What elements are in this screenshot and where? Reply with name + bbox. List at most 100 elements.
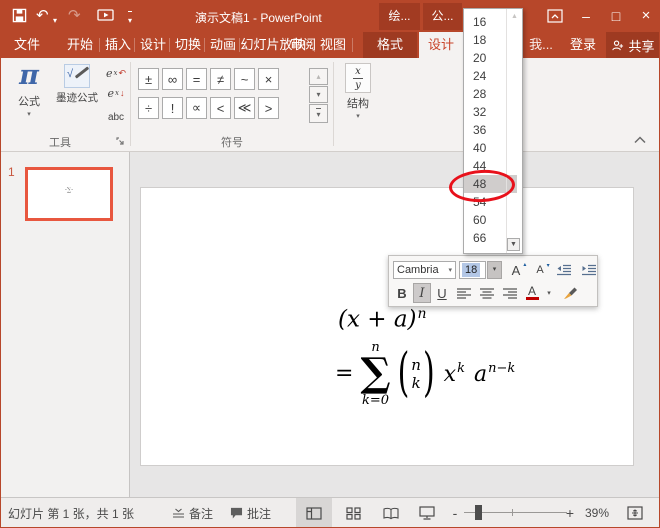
comments-button[interactable]: 批注 xyxy=(230,498,271,528)
align-center-icon[interactable] xyxy=(476,283,497,303)
thumbnail-equation-preview: -∑- xyxy=(65,187,73,194)
tab-format-contextual[interactable]: 格式 xyxy=(363,32,417,58)
tab-view[interactable]: 视图 xyxy=(315,32,351,58)
symbol-equals[interactable]: = xyxy=(186,68,207,90)
symbol-not-equal[interactable]: ≠ xyxy=(210,68,231,90)
save-icon[interactable] xyxy=(12,8,27,23)
symbol-infinity[interactable]: ∞ xyxy=(162,68,183,90)
notes-icon xyxy=(172,508,185,518)
symbols-more-icon[interactable]: ▾ xyxy=(309,104,328,123)
contextual-header-equation-tools: 公... xyxy=(423,3,462,30)
notes-button[interactable]: 备注 xyxy=(172,498,213,528)
sigma-symbol: ∑ xyxy=(360,355,390,392)
scroll-up-icon[interactable]: ▲ xyxy=(508,11,521,23)
slideshow-view-icon[interactable] xyxy=(410,498,444,528)
fraction-icon: xy xyxy=(345,63,371,93)
structures-button[interactable]: xy 结构 ▾ xyxy=(337,61,379,120)
tab-animations[interactable]: 动画 xyxy=(205,32,241,58)
symbol-much-less[interactable]: ≪ xyxy=(234,97,255,119)
tab-equation-design-active[interactable]: 设计 xyxy=(419,32,463,58)
align-left-icon[interactable] xyxy=(453,283,474,303)
symbol-tilde[interactable]: ~ xyxy=(234,68,255,90)
tools-dialog-launcher-icon[interactable] xyxy=(116,137,125,146)
dropdown-scrollbar[interactable]: ▲ ▼ xyxy=(506,9,522,253)
comments-icon xyxy=(230,507,243,519)
equation-dropdown-arrow: ▾ xyxy=(27,111,31,118)
shrink-font-button[interactable]: A▾ xyxy=(530,260,550,280)
symbol-proportional[interactable]: ∝ xyxy=(186,97,207,119)
start-slideshow-icon[interactable] xyxy=(97,8,115,23)
symbols-scroll-up-icon[interactable]: ▴ xyxy=(309,68,328,85)
slide-sorter-view-icon[interactable] xyxy=(336,498,370,528)
reading-view-icon[interactable] xyxy=(374,498,408,528)
professional-format-button[interactable]: ex↶ xyxy=(103,64,129,82)
term-x-power-k: xk xyxy=(444,361,465,387)
equation-line-1[interactable]: (x + a)n xyxy=(338,306,427,333)
zoom-percentage[interactable]: 39% xyxy=(585,498,609,528)
symbol-divide[interactable]: ÷ xyxy=(138,97,159,119)
qat-customize-icon[interactable]: ▾ xyxy=(128,10,132,29)
ribbon-display-options-icon[interactable] xyxy=(541,0,569,32)
ribbon: π 公式 ▾ √ 墨迹公式 ex↶ ex↓ abc 工具 ± ∞ = ≠ ~ ×… xyxy=(0,58,660,152)
normal-view-icon[interactable] xyxy=(296,498,332,528)
scroll-down-icon[interactable]: ▼ xyxy=(507,238,520,251)
ribbon-tab-row: 文件 开始 插入 设计 切换 动画 幻灯片放映 审阅 视图 格式 设计 我...… xyxy=(0,32,660,58)
zoom-slider-thumb[interactable] xyxy=(475,505,482,520)
collapse-ribbon-icon[interactable] xyxy=(634,136,646,144)
slide-thumbnails-panel: 1 -∑- xyxy=(1,152,130,497)
sign-in-link[interactable]: 登录 xyxy=(564,32,602,58)
undo-dropdown-arrow[interactable]: ▾ xyxy=(53,13,57,29)
tab-design[interactable]: 设计 xyxy=(135,32,171,58)
font-size-combo[interactable]: 18 ▾ xyxy=(459,261,502,279)
maximize-button[interactable]: □ xyxy=(602,0,630,32)
undo-icon[interactable]: ↶ xyxy=(36,8,49,24)
tell-me-box[interactable]: 我... xyxy=(526,32,556,58)
italic-button-active[interactable]: I xyxy=(413,283,431,303)
underline-button[interactable]: U xyxy=(433,283,451,303)
redo-icon: ↷ xyxy=(68,8,81,24)
equation-line-2[interactable]: = n ∑ k=0 ( n k ) xk an−k xyxy=(335,341,515,407)
equation-button[interactable]: π 公式 ▾ xyxy=(6,61,52,118)
increase-indent-icon[interactable] xyxy=(578,260,600,280)
title-bar: ↶ ▾ ↷ ▾ 演示文稿1 - PowerPoint 绘... 公... – □… xyxy=(0,0,660,32)
font-color-button[interactable]: A xyxy=(522,283,542,303)
font-size-dropdown-arrow[interactable]: ▾ xyxy=(487,261,502,279)
zoom-out-button[interactable]: - xyxy=(448,498,462,528)
symbol-greater-than[interactable]: > xyxy=(258,97,279,119)
format-painter-icon[interactable] xyxy=(556,283,582,303)
linear-format-button[interactable]: ex↓ xyxy=(103,84,129,102)
font-name-combo[interactable]: Cambria ▾ xyxy=(393,261,456,279)
bold-button[interactable]: B xyxy=(393,283,411,303)
tab-insert[interactable]: 插入 xyxy=(100,32,136,58)
ink-equation-icon: √ xyxy=(64,64,90,88)
window-title: 演示文稿1 - PowerPoint xyxy=(195,9,322,26)
slide-canvas[interactable]: (x + a)n = n ∑ k=0 ( n k ) xk an−k xyxy=(140,187,634,466)
font-color-dropdown-arrow[interactable]: ▾ xyxy=(544,283,554,303)
decrease-indent-icon[interactable] xyxy=(553,260,575,280)
tools-group-label: 工具 xyxy=(4,134,116,150)
zoom-in-button[interactable]: + xyxy=(563,498,577,528)
normal-text-button[interactable]: abc xyxy=(103,108,129,126)
font-size-dropdown-list: 16 18 20 24 28 32 36 40 44 48 54 60 66 ▲… xyxy=(463,8,523,254)
symbols-scroll-down-icon[interactable]: ▾ xyxy=(309,86,328,103)
symbol-factorial[interactable]: ! xyxy=(162,97,183,119)
slide-thumbnail[interactable]: -∑- xyxy=(25,167,113,221)
font-name-dropdown-arrow[interactable]: ▾ xyxy=(445,266,455,274)
fit-slide-to-window-icon[interactable] xyxy=(620,498,650,528)
symbol-multiply[interactable]: × xyxy=(258,68,279,90)
minimize-button[interactable]: – xyxy=(572,0,600,32)
ink-equation-button[interactable]: √ 墨迹公式 xyxy=(52,61,102,105)
symbol-less-than[interactable]: < xyxy=(210,97,231,119)
tab-file[interactable]: 文件 xyxy=(6,32,48,58)
tab-transitions[interactable]: 切换 xyxy=(170,32,206,58)
share-person-icon xyxy=(611,39,624,52)
summation-block: n ∑ k=0 xyxy=(360,341,390,407)
symbols-group-label: 符号 xyxy=(134,134,330,150)
close-button[interactable]: × xyxy=(632,0,660,32)
slide-number: 1 xyxy=(8,165,15,179)
tab-home[interactable]: 开始 xyxy=(58,32,102,58)
share-button[interactable]: 共享 xyxy=(606,32,660,58)
align-right-icon[interactable] xyxy=(499,283,520,303)
symbol-plus-minus[interactable]: ± xyxy=(138,68,159,90)
grow-font-button[interactable]: A▴ xyxy=(505,260,527,280)
